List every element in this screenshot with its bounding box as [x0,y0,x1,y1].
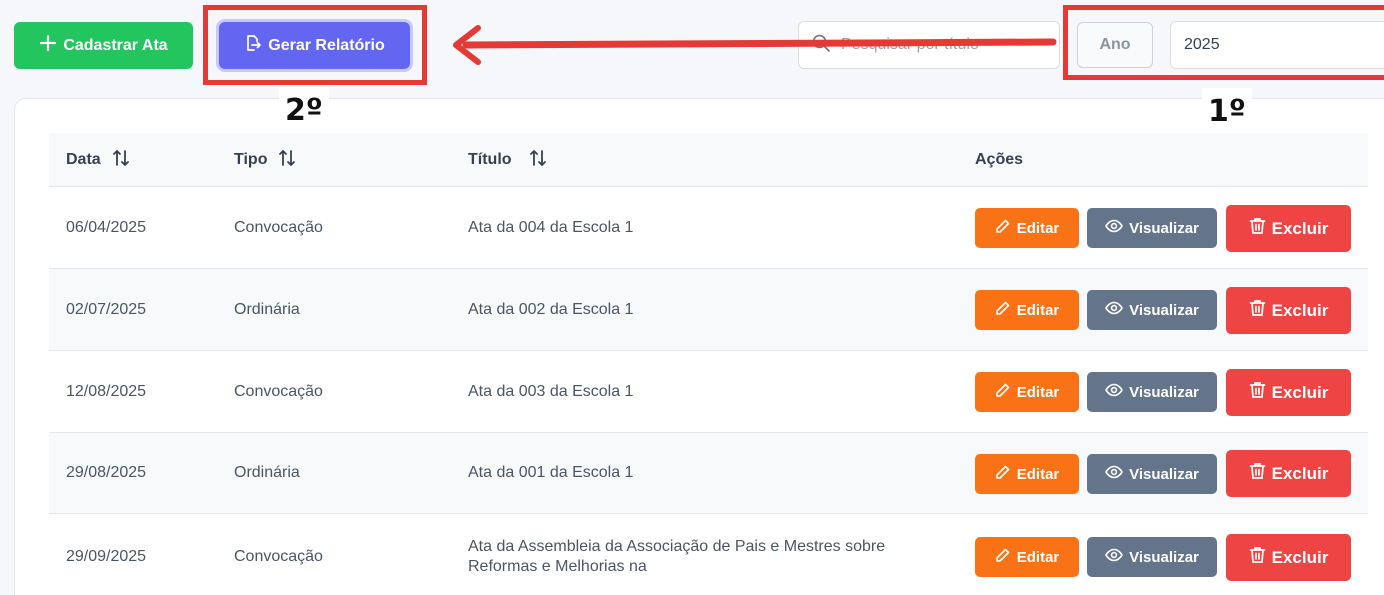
column-header-tipo[interactable]: Tipo [234,133,297,187]
pencil-icon [995,547,1011,567]
view-button-label: Visualizar [1129,301,1199,319]
annotation-box-step-1 [1063,5,1384,80]
sort-icon [277,148,297,173]
eye-icon [1105,548,1124,566]
trash-icon [1249,217,1266,240]
column-header-data-label: Data [66,151,101,168]
cadastrar-ata-label: Cadastrar Ata [63,36,168,54]
delete-button[interactable]: Excluir [1226,205,1351,252]
cadastrar-ata-button[interactable]: Cadastrar Ata [14,22,193,69]
cell-tipo: Ordinária [234,464,300,481]
edit-button[interactable]: Editar [975,290,1079,330]
cell-titulo: Ata da 003 da Escola 1 [468,382,634,400]
cell-titulo: Ata da 002 da Escola 1 [468,300,634,318]
column-header-acoes: Ações [975,133,1023,187]
view-button[interactable]: Visualizar [1087,537,1217,577]
view-button-label: Visualizar [1129,219,1199,237]
table-header: Data Tipo Título Ações [49,133,1368,187]
cell-data: 29/08/2025 [66,464,147,481]
view-button[interactable]: Visualizar [1087,372,1217,412]
pencil-icon [995,218,1011,238]
delete-button[interactable]: Excluir [1226,450,1351,497]
view-button-label: Visualizar [1129,383,1199,401]
annotation-box-step-2 [203,5,427,85]
annotation-arrow-icon [453,25,1057,65]
trash-icon [1249,546,1266,569]
cell-titulo: Ata da 004 da Escola 1 [468,218,634,236]
eye-icon [1105,219,1124,237]
delete-button-label: Excluir [1271,300,1329,320]
trash-icon [1249,381,1266,404]
view-button[interactable]: Visualizar [1087,290,1217,330]
column-header-acoes-label: Ações [975,151,1024,168]
delete-button[interactable]: Excluir [1226,534,1351,581]
cell-tipo: Convocação [234,382,323,400]
eye-icon [1105,465,1124,483]
trash-icon [1249,299,1266,322]
table-row: 29/08/2025 Ordinária Ata da 001 da Escola … [49,433,1368,514]
column-header-tipo-label: Tipo [234,151,268,168]
cell-tipo: Ordinária [234,300,300,318]
column-header-titulo-label: Título [468,151,512,168]
table-row: 02/07/2025 Ordinária Ata da 002 da Escola … [49,269,1368,351]
column-header-data[interactable]: Data [66,133,131,187]
eye-icon [1105,301,1124,319]
cell-titulo: Ata da 001 da Escola 1 [468,464,634,481]
cell-data: 06/04/2025 [66,218,147,236]
cell-data: 02/07/2025 [66,300,147,318]
pencil-icon [995,382,1011,402]
edit-button-label: Editar [1016,465,1060,483]
cell-data: 29/09/2025 [66,547,147,565]
table-row: 12/08/2025 Convocação Ata da 003 da Escola… [49,351,1368,433]
view-button-label: Visualizar [1129,465,1199,483]
table-row: 29/09/2025 Convocação Ata da Assembleia da… [49,514,1368,595]
sort-icon [528,148,548,173]
eye-icon [1105,383,1124,401]
edit-button[interactable]: Editar [975,454,1079,494]
cell-tipo: Convocação [234,218,323,236]
delete-button[interactable]: Excluir [1226,369,1351,416]
cell-titulo: Ata da Assembleia da Associação de Pais … [468,537,886,575]
edit-button-label: Editar [1016,219,1060,237]
edit-button-label: Editar [1016,301,1060,319]
trash-icon [1249,462,1266,485]
edit-button[interactable]: Editar [975,537,1079,577]
cell-tipo: Convocação [234,547,323,565]
edit-button-label: Editar [1016,548,1060,566]
cell-data: 12/08/2025 [66,382,147,400]
column-header-titulo[interactable]: Título [468,133,548,187]
pencil-icon [995,464,1011,484]
delete-button-label: Excluir [1271,218,1329,238]
annotation-label-step-2: 2º [279,87,329,135]
annotation-label-step-1: 1º [1202,88,1252,136]
delete-button-label: Excluir [1271,463,1329,483]
sort-icon [111,148,131,173]
table-row: 06/04/2025 Convocação Ata da 004 da Escola… [49,187,1368,269]
delete-button[interactable]: Excluir [1226,287,1351,334]
pencil-icon [995,300,1011,320]
delete-button-label: Excluir [1271,547,1329,567]
plus-icon [39,34,57,57]
edit-button[interactable]: Editar [975,208,1079,248]
edit-button[interactable]: Editar [975,372,1079,412]
view-button[interactable]: Visualizar [1087,454,1217,494]
view-button[interactable]: Visualizar [1087,208,1217,248]
edit-button-label: Editar [1016,383,1060,401]
view-button-label: Visualizar [1129,548,1199,566]
delete-button-label: Excluir [1271,382,1329,402]
